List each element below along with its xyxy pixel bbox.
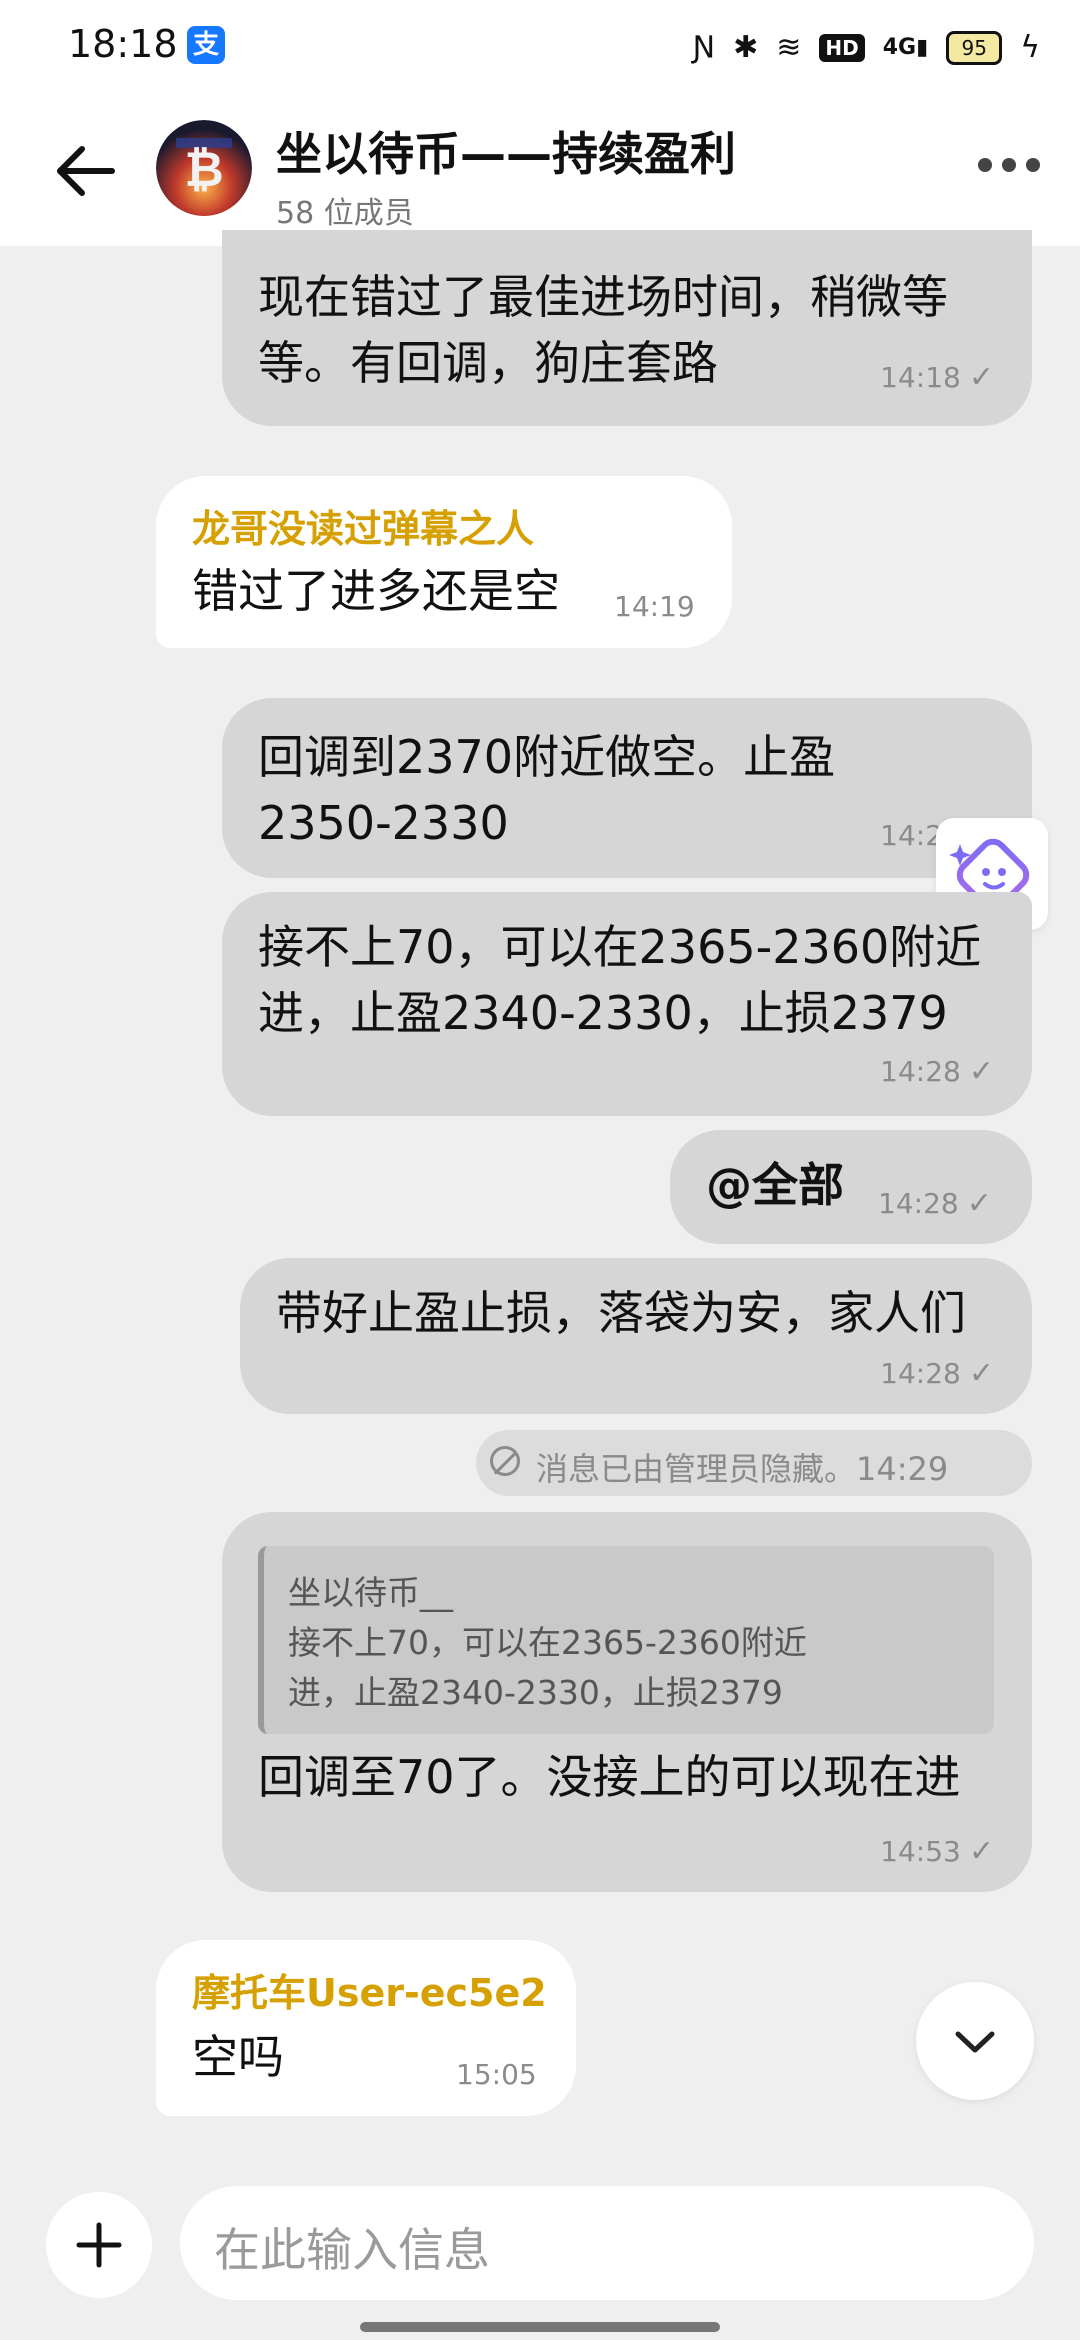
read-check-icon: ✓ bbox=[968, 1834, 994, 1869]
message-bubble-outgoing[interactable]: 现在错过了最佳进场时间，稍微等 等。有回调，狗庄套路 14:18 ✓ bbox=[222, 230, 1032, 426]
group-title[interactable]: 坐以待币——持续盈利 bbox=[276, 118, 736, 184]
sender-name[interactable]: 摩托车User-ec5e2 bbox=[192, 1962, 547, 2017]
wifi-icon: ≋ bbox=[776, 30, 802, 65]
charging-icon: ϟ bbox=[1020, 30, 1040, 65]
signal-icon: 4G▮ bbox=[882, 35, 929, 60]
read-check-icon: ✓ bbox=[968, 360, 994, 395]
time-text: 14:53 bbox=[880, 1835, 961, 1868]
more-dot bbox=[978, 158, 992, 172]
hidden-icon bbox=[490, 1446, 520, 1476]
message-text: @全部 bbox=[706, 1158, 844, 1212]
more-dot bbox=[1026, 158, 1040, 172]
sender-name[interactable]: 龙哥没读过弹幕之人 bbox=[192, 498, 534, 553]
scroll-to-bottom-button[interactable] bbox=[916, 1982, 1034, 2100]
quote-text: 接不上70，可以在2365-2360附近 bbox=[288, 1623, 807, 1662]
message-text: 进，止盈2340-2330，止损2379 bbox=[258, 986, 948, 1040]
message-text: 等。有回调，狗庄套路 bbox=[258, 336, 718, 390]
message-bubble-incoming[interactable]: 摩托车User-ec5e2 空吗 15:05 bbox=[156, 1940, 576, 2116]
bluetooth-icon: ✱ bbox=[733, 30, 759, 65]
member-count: 58 位成员 bbox=[276, 196, 414, 231]
quoted-reply[interactable]: 坐以待币__ 接不上70，可以在2365-2360附近 进，止盈2340-233… bbox=[258, 1546, 994, 1734]
status-icons: Ɲ ✱ ≋ HD 4G▮ 95 ϟ bbox=[693, 24, 1040, 72]
more-dot bbox=[1002, 158, 1016, 172]
add-attachment-button[interactable] bbox=[46, 2192, 152, 2298]
message-text: 回调到2370附近做空。止盈 bbox=[258, 730, 836, 784]
message-text: 现在错过了最佳进场时间，稍微等 bbox=[258, 270, 948, 324]
network-type: 4G bbox=[882, 35, 917, 60]
message-time: 14:28✓ bbox=[878, 1186, 992, 1221]
time-text: 14:28 bbox=[880, 1357, 961, 1390]
message-time: 14:18 ✓ bbox=[880, 360, 994, 395]
message-time: 15:05 bbox=[456, 2058, 537, 2091]
quote-sender: 坐以待币__ bbox=[288, 1573, 453, 1612]
chevron-down-icon bbox=[955, 2031, 995, 2053]
nfc-icon: Ɲ bbox=[692, 30, 716, 65]
message-text: 接不上70，可以在2365-2360附近 bbox=[258, 920, 982, 974]
time-text: 14:18 bbox=[880, 361, 961, 394]
message-input[interactable]: 在此输入信息 bbox=[180, 2186, 1034, 2300]
message-time: 14:53 ✓ bbox=[880, 1834, 994, 1869]
message-time: 14:28✓ bbox=[880, 1356, 994, 1391]
system-message-text: 消息已由管理员隐藏。14:29 bbox=[536, 1450, 949, 1488]
message-bubble-outgoing[interactable]: 带好止盈止损，落袋为安，家人们 14:28 ✓ bbox=[240, 1258, 1032, 1414]
message-bubble-outgoing[interactable]: 接不上70，可以在2365-2360附近 进，止盈2340-2330，止损237… bbox=[222, 892, 1032, 1116]
read-check-icon: ✓ bbox=[968, 1356, 994, 1391]
status-bar: 18:18 支 Ɲ ✱ ≋ HD 4G▮ 95 ϟ bbox=[0, 0, 1080, 96]
message-text: 空吗 bbox=[192, 2030, 284, 2084]
message-time: 14:28✓ bbox=[880, 1054, 994, 1089]
message-bubble-outgoing[interactable]: 回调到2370附近做空。止盈 2350-2330 14:28✓ bbox=[222, 698, 1032, 878]
battery-icon: 95 bbox=[946, 31, 1003, 65]
chat-header: ₿ 坐以待币——持续盈利 58 位成员 bbox=[0, 96, 1080, 246]
message-text: 错过了进多还是空 bbox=[192, 564, 560, 618]
message-text: 回调至70了。没接上的可以现在进 bbox=[258, 1750, 961, 1804]
message-bubble-outgoing[interactable]: @全部 14:28 ✓ bbox=[670, 1130, 1032, 1244]
message-text: 带好止盈止损，落袋为安，家人们 bbox=[276, 1286, 966, 1340]
status-time: 18:18 bbox=[68, 22, 178, 66]
message-input-placeholder: 在此输入信息 bbox=[214, 2223, 490, 2277]
group-avatar[interactable]: ₿ bbox=[156, 120, 252, 216]
time-text: 14:28 bbox=[880, 1055, 961, 1088]
read-check-icon: ✓ bbox=[968, 1054, 994, 1089]
read-check-icon: ✓ bbox=[966, 1186, 992, 1221]
bitcoin-avatar-icon: ₿ bbox=[156, 120, 252, 216]
back-button[interactable] bbox=[50, 136, 120, 206]
alipay-notification-icon: 支 bbox=[187, 26, 225, 64]
add-icon bbox=[76, 2222, 122, 2268]
message-bubble-incoming[interactable]: 龙哥没读过弹幕之人 错过了进多还是空 14:19 bbox=[156, 476, 732, 648]
time-text: 14:28 bbox=[878, 1187, 959, 1220]
svg-text:₿: ₿ bbox=[184, 142, 223, 198]
message-text: 2350-2330 bbox=[258, 796, 509, 850]
back-arrow-icon bbox=[57, 146, 115, 196]
system-message: 消息已由管理员隐藏。14:29 bbox=[476, 1430, 1032, 1496]
quote-text: 进，止盈2340-2330，止损2379 bbox=[288, 1673, 783, 1712]
home-indicator[interactable] bbox=[360, 2322, 720, 2332]
more-icon[interactable] bbox=[978, 158, 1040, 172]
message-time: 14:19 bbox=[614, 590, 695, 623]
hd-icon: HD bbox=[819, 34, 865, 62]
